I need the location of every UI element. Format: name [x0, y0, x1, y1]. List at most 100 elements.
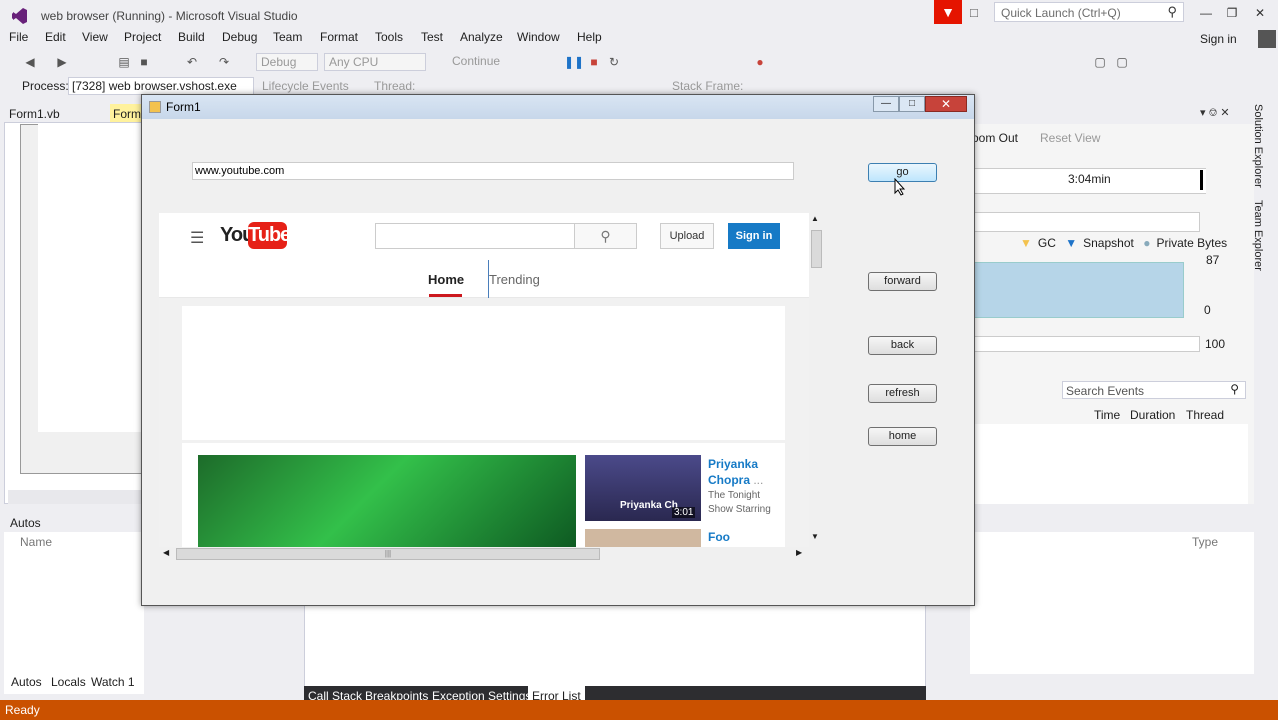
process-select[interactable]: [7328] web browser.vshost.exe: [68, 77, 254, 95]
form1-close-button[interactable]: ✕: [925, 96, 967, 112]
memory-legend: ▼ GC ▼ Snapshot ● Private Bytes: [1020, 236, 1233, 250]
timeline-marker: [1200, 170, 1203, 190]
redo-icon[interactable]: ↷: [216, 54, 232, 70]
breakpoint-icon[interactable]: ●: [752, 54, 768, 70]
scroll-right-icon[interactable]: ▶: [796, 548, 802, 557]
feedback-icon[interactable]: □: [970, 5, 986, 21]
video-title-link[interactable]: Priyanka Chopra ...: [708, 456, 778, 488]
tab-form1-vb[interactable]: Form1.vb: [4, 104, 114, 122]
menu-test[interactable]: Test: [421, 30, 443, 44]
close-button[interactable]: ✕: [1248, 4, 1272, 22]
featured-video-thumbnail[interactable]: [198, 455, 576, 547]
pause-icon[interactable]: ❚❚: [564, 54, 584, 70]
video-title-link[interactable]: Foo: [708, 530, 730, 544]
form1-minimize-button[interactable]: —: [873, 96, 899, 112]
youtube-banner: [182, 306, 785, 440]
undo-icon[interactable]: ↶: [184, 54, 200, 70]
toolbar: ◀ ▶ ▤ ■ ↶ ↷ Debug Any CPU Continue ❚❚ ■ …: [0, 50, 1278, 74]
tab-home[interactable]: Home: [428, 272, 464, 287]
search-icon: ⚲: [1167, 4, 1177, 19]
menu-window[interactable]: Window: [517, 30, 560, 44]
quick-launch-input[interactable]: Quick Launch (Ctrl+Q) ⚲: [994, 2, 1184, 22]
home-button[interactable]: home: [868, 427, 937, 446]
tab-label: Form1.vb: [9, 107, 60, 121]
tab-watch1[interactable]: Watch 1: [91, 675, 135, 689]
config-select[interactable]: Debug: [256, 53, 318, 71]
search-events-input[interactable]: Search Events ⚲: [1062, 381, 1246, 399]
save-icon[interactable]: ■: [136, 54, 152, 70]
layout-icon[interactable]: ▢: [1092, 54, 1108, 70]
restore-button[interactable]: ❐: [1220, 4, 1244, 22]
autos-name-column[interactable]: Name: [20, 535, 52, 549]
type-column[interactable]: Type: [1192, 535, 1218, 549]
video-duration: 3:01: [672, 507, 696, 518]
sign-in-link[interactable]: Sign in: [1200, 32, 1237, 46]
refresh-button[interactable]: refresh: [868, 384, 937, 403]
tab-solution-explorer[interactable]: Solution Explorer: [1252, 104, 1274, 194]
minimize-button[interactable]: —: [1194, 4, 1218, 22]
side-tab-label: Team Explorer: [1252, 200, 1264, 271]
back-button[interactable]: back: [868, 336, 937, 355]
panel-controls-icon[interactable]: ▾ ⎊ ✕: [1200, 106, 1230, 120]
menu-team[interactable]: Team: [273, 30, 302, 44]
tab-team-explorer[interactable]: Team Explorer: [1252, 200, 1274, 280]
autos-title: Autos: [10, 516, 41, 530]
menu-help[interactable]: Help: [577, 30, 602, 44]
tab-label: Form: [113, 107, 141, 121]
tab-trending[interactable]: Trending: [489, 272, 540, 287]
continue-button[interactable]: Continue: [452, 54, 500, 68]
restart-icon[interactable]: ↻: [606, 54, 622, 70]
menu-file[interactable]: File: [9, 30, 28, 44]
forward-button[interactable]: forward: [868, 272, 937, 291]
back-nav-icon[interactable]: ◀: [22, 54, 38, 70]
status-bar: Ready: [0, 700, 1278, 720]
search-icon[interactable]: ⚲: [574, 223, 637, 249]
cpu-max-label: 100: [1205, 337, 1226, 351]
col-time[interactable]: Time: [1094, 408, 1120, 422]
open-icon[interactable]: ▤: [116, 54, 132, 70]
col-duration[interactable]: Duration: [1130, 408, 1175, 422]
scroll-left-icon[interactable]: ◀: [163, 548, 169, 557]
menu-project[interactable]: Project: [124, 30, 161, 44]
legend-snapshot: Snapshot: [1083, 236, 1134, 250]
stop-icon[interactable]: ■: [586, 54, 602, 70]
error-list-panel: [304, 604, 926, 688]
notification-filter-icon[interactable]: ▼: [934, 0, 962, 24]
platform-select[interactable]: Any CPU: [324, 53, 426, 71]
vertical-scroll-thumb[interactable]: [811, 230, 822, 268]
youtube-sign-in-button[interactable]: Sign in: [728, 223, 780, 249]
menu-build[interactable]: Build: [178, 30, 205, 44]
menu-format[interactable]: Format: [320, 30, 358, 44]
menu-edit[interactable]: Edit: [45, 30, 66, 44]
reset-view-button[interactable]: Reset View: [1040, 131, 1100, 145]
tab-autos[interactable]: Autos: [11, 675, 42, 689]
hamburger-menu-icon[interactable]: ☰: [190, 228, 204, 248]
menu-analyze[interactable]: Analyze: [460, 30, 503, 44]
youtube-logo[interactable]: You Tube: [219, 222, 291, 250]
url-input[interactable]: [192, 162, 794, 180]
events-track: [970, 212, 1200, 232]
zoom-out-button[interactable]: oom Out: [972, 131, 1018, 145]
menu-view[interactable]: View: [82, 30, 108, 44]
horizontal-scroll-thumb[interactable]: |||: [176, 548, 600, 560]
tab-locals[interactable]: Locals: [51, 675, 86, 689]
side-tab-label: Solution Explorer: [1252, 104, 1264, 188]
video-thumbnail[interactable]: [585, 529, 701, 549]
logo-tube: Tube: [248, 222, 291, 249]
scroll-up-icon[interactable]: ▲: [811, 214, 819, 223]
editor-scrollbar[interactable]: [8, 490, 142, 504]
lifecycle-events-select[interactable]: Lifecycle Events: [262, 79, 349, 93]
col-thread[interactable]: Thread: [1186, 408, 1224, 422]
visual-studio-logo-icon: [12, 8, 27, 24]
youtube-search-input[interactable]: [375, 223, 575, 249]
upload-button[interactable]: Upload: [660, 223, 714, 249]
window-title: web browser (Running) - Microsoft Visual…: [41, 9, 298, 23]
layout2-icon[interactable]: ▢: [1114, 54, 1130, 70]
menu-debug[interactable]: Debug: [222, 30, 257, 44]
form1-title-bar[interactable]: [142, 95, 974, 119]
forward-nav-icon[interactable]: ▶: [54, 54, 70, 70]
form1-maximize-button[interactable]: □: [899, 96, 925, 112]
scroll-down-icon[interactable]: ▼: [811, 532, 819, 541]
account-icon[interactable]: [1258, 30, 1276, 48]
menu-tools[interactable]: Tools: [375, 30, 403, 44]
